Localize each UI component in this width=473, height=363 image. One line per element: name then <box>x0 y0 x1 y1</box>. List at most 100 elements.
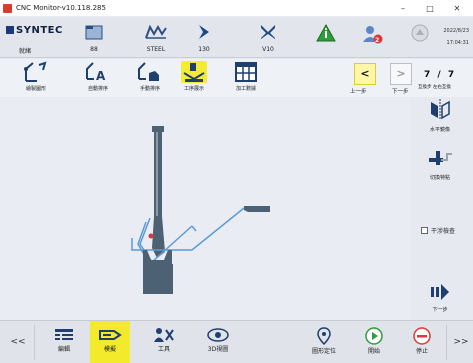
tool-button[interactable]: 工具 <box>144 321 184 363</box>
horizontal-mirror-label: 水平鏡像 <box>429 127 450 133</box>
auto-sort-icon: A <box>86 62 106 83</box>
folder-icon <box>85 25 103 40</box>
bottom-bar: << 編輯 模擬 工具 3D視圖 圖形定位 開始 停止 >> <box>0 320 473 363</box>
edit-button[interactable]: 編輯 <box>44 321 84 363</box>
stop-button[interactable]: 停止 <box>400 321 444 363</box>
next-arrow-icon <box>431 284 449 300</box>
material-icon <box>145 24 167 39</box>
time: 17:04:31 <box>446 40 469 46</box>
chevron-right-icon <box>199 25 209 39</box>
simulate-label: 模擬 <box>103 346 116 353</box>
switch-feature-button[interactable]: 切換特點 <box>418 148 462 181</box>
process-display-icon <box>181 61 207 83</box>
punch-tool <box>152 126 165 258</box>
draw-shape-label: 繪製圖形 <box>25 86 46 92</box>
3d-view-label: 3D視圖 <box>207 346 229 353</box>
scroll-left-button[interactable]: << <box>6 321 30 363</box>
length-cell[interactable]: 130 <box>182 20 226 56</box>
brand-logo: SYNTEC <box>6 25 63 36</box>
maximize-button[interactable]: □ <box>420 0 440 16</box>
process-display-button[interactable]: 工序展示 <box>176 61 212 95</box>
alarm-badge: 2 <box>375 37 380 44</box>
user-alarm-cell[interactable]: 2 <box>350 20 394 56</box>
tool-value: V10 <box>262 46 274 53</box>
title-bar: CNC Monitor-v10.118.285 – □ ✕ <box>0 0 473 16</box>
location-pin-icon <box>317 327 331 345</box>
app-icon <box>3 3 12 13</box>
separator <box>34 325 35 360</box>
tool-cell[interactable]: V10 <box>246 20 290 56</box>
locate-label: 圖形定位 <box>311 348 336 355</box>
auto-sort-button[interactable]: A 自動排序 <box>80 61 116 95</box>
separator <box>446 325 447 360</box>
info-warning-icon <box>316 24 336 42</box>
material-name: STEEL <box>146 46 166 53</box>
bend-marker <box>148 233 154 239</box>
edit-label: 編輯 <box>57 346 70 353</box>
stop-label: 停止 <box>415 348 428 355</box>
tool-label: 工具 <box>157 346 170 353</box>
user-alarm-icon <box>363 26 383 44</box>
draw-shape-button[interactable]: 繪製圖形 <box>18 61 54 95</box>
program-cell[interactable]: 88 <box>72 20 116 56</box>
page-indicator: 7 / 7 <box>424 70 457 80</box>
svg-text:A: A <box>96 69 106 83</box>
stop-icon <box>413 327 431 345</box>
brand-text: SYNTEC <box>16 25 63 36</box>
start-label: 開始 <box>367 348 380 355</box>
manual-sort-icon <box>138 62 159 81</box>
tool-icon <box>261 25 275 39</box>
start-button[interactable]: 開始 <box>352 321 396 363</box>
status-bar: SYNTEC 就緒 88 STEEL 130 V10 2 2022/8/23 1… <box>0 18 473 58</box>
process-display-label: 工序展示 <box>183 86 204 92</box>
right-panel: 7 / 7 互換步 左右互換 水平鏡像 切換特點 干涉檢查 下一步 <box>410 58 473 320</box>
bending-canvas[interactable] <box>0 98 410 320</box>
program-number: 88 <box>90 46 98 53</box>
bending-diagram <box>131 126 270 294</box>
cnc-monitor-app: CNC Monitor-v10.118.285 – □ ✕ SYNTEC 就緒 … <box>0 0 473 363</box>
play-icon <box>365 327 383 345</box>
pager-subtitle: 互換步 左右互換 <box>418 85 451 90</box>
datetime: 2022/8/23 17:04:31 <box>443 25 469 49</box>
auto-sort-label: 自動排序 <box>87 86 108 92</box>
eject-icon <box>411 24 429 42</box>
prev-step-button[interactable]: < <box>354 63 376 85</box>
backgauge <box>244 206 270 212</box>
switch-feature-icon <box>429 151 452 165</box>
process-data-button[interactable]: 加工數據 <box>228 61 264 95</box>
switch-feature-label: 切換特點 <box>429 175 450 181</box>
table-grid-icon <box>235 62 257 82</box>
eye-3d-icon <box>207 328 229 342</box>
interference-check-label: 干涉檢查 <box>431 228 456 235</box>
close-button[interactable]: ✕ <box>447 0 467 16</box>
power-cell[interactable] <box>398 20 442 56</box>
interference-check[interactable]: 干涉檢查 <box>421 226 455 235</box>
toolbar: 繪製圖形 A 自動排序 手動排序 工序展示 加工數據 < 上一步 > 下一步 <box>0 59 473 97</box>
horizontal-mirror-button[interactable]: 水平鏡像 <box>418 98 462 133</box>
process-data-label: 加工數據 <box>235 86 256 92</box>
next-page-label: 下一步 <box>392 89 409 95</box>
tool-people-icon <box>154 328 174 342</box>
3d-view-button[interactable]: 3D視圖 <box>196 321 240 363</box>
next-page-button[interactable]: > <box>390 63 412 85</box>
next-step-button[interactable]: 下一步 <box>418 284 462 313</box>
length-value: 130 <box>198 46 210 53</box>
interference-checkbox[interactable] <box>421 227 428 234</box>
draw-shape-icon <box>24 61 47 82</box>
simulate-icon <box>99 330 122 340</box>
prev-step-label: 上一步 <box>350 89 367 95</box>
edit-list-icon <box>55 329 73 340</box>
mirror-icon <box>431 99 450 120</box>
machine-state: 就緒 <box>18 48 31 55</box>
minimize-button[interactable]: – <box>393 0 413 16</box>
material-cell[interactable]: STEEL <box>134 20 178 56</box>
manual-sort-label: 手動排序 <box>139 86 160 92</box>
scroll-right-button[interactable]: >> <box>449 321 473 363</box>
next-step-label: 下一步 <box>432 307 448 313</box>
info-cell[interactable] <box>304 20 348 56</box>
brand-mark-icon <box>6 26 14 34</box>
window-title: CNC Monitor-v10.118.285 <box>16 4 106 12</box>
locate-button[interactable]: 圖形定位 <box>302 321 346 363</box>
simulate-button[interactable]: 模擬 <box>90 321 130 363</box>
manual-sort-button[interactable]: 手動排序 <box>132 61 168 95</box>
